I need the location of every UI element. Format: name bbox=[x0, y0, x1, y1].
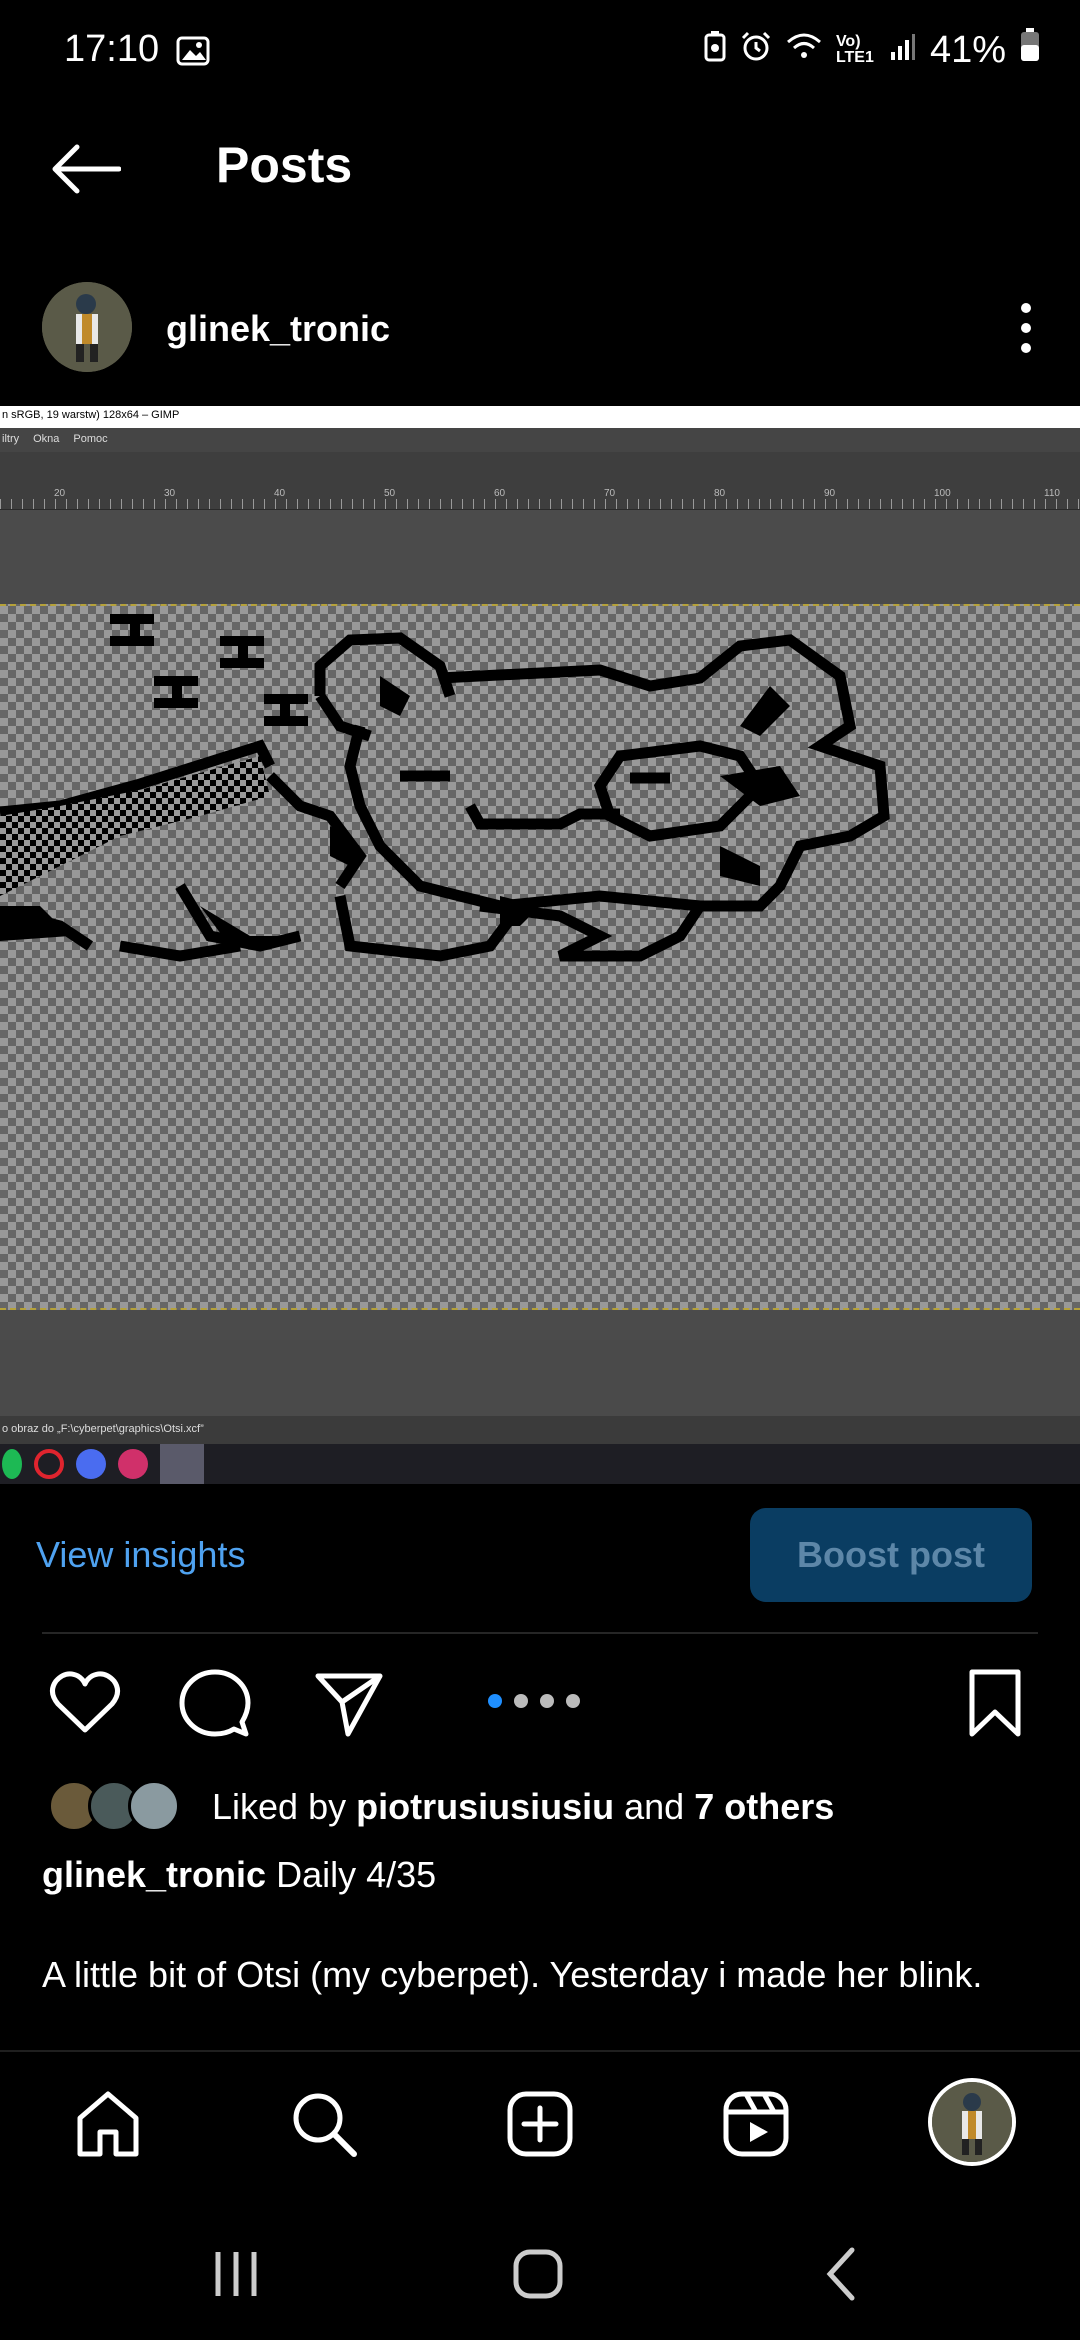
battery-percent: 41% bbox=[929, 28, 1006, 71]
liker-avatars bbox=[48, 1780, 188, 1832]
post-description: A little bit of Otsi (my cyberpet). Yest… bbox=[42, 1954, 983, 1995]
ruler-tick: 30 bbox=[164, 488, 176, 499]
gimp-title-bar: n sRGB, 19 warstw) 128x64 – GIMP bbox=[0, 406, 1080, 428]
gimp-status-bar: o obraz do „F:\cyberpet\graphics\Otsi.xc… bbox=[0, 1416, 1080, 1444]
carousel-dot bbox=[540, 1694, 554, 1708]
caption-line: glinek_tronic Daily 4/35 bbox=[42, 1854, 436, 1896]
status-bar: 17:10 Vo) LTE1 41% bbox=[0, 0, 1080, 104]
dithered-arm bbox=[0, 756, 270, 896]
ruler-ticks-line bbox=[0, 499, 1080, 509]
signal-icon bbox=[890, 29, 916, 72]
liker-avatar bbox=[128, 1780, 180, 1832]
likes-row[interactable]: Liked by piotrusiusiusiu and 7 others bbox=[0, 1778, 1080, 1834]
author-avatar[interactable] bbox=[42, 282, 132, 372]
battery-icon bbox=[1020, 28, 1040, 72]
ruler-tick: 40 bbox=[274, 488, 286, 499]
ruler-tick: 50 bbox=[384, 488, 396, 499]
ruler-tick: 70 bbox=[604, 488, 616, 499]
send-icon bbox=[315, 1673, 383, 1737]
system-nav-bar bbox=[0, 2210, 1080, 2320]
more-vertical-icon bbox=[1021, 303, 1031, 353]
gimp-menu-item: Okna bbox=[33, 433, 60, 445]
heart-icon bbox=[50, 1671, 120, 1733]
bookmark-icon bbox=[969, 1669, 1021, 1737]
carousel-dot bbox=[514, 1694, 528, 1708]
recents-button[interactable] bbox=[206, 2244, 266, 2304]
network-label: Vo) LTE1 bbox=[835, 33, 874, 66]
ruler-tick: 100 bbox=[934, 488, 951, 499]
ruler-tick: 60 bbox=[494, 488, 506, 499]
gimp-menu-item: iltry bbox=[2, 433, 20, 445]
carousel-dot-active bbox=[488, 1694, 502, 1708]
alarm-icon bbox=[740, 29, 772, 72]
home-circle-icon bbox=[513, 2249, 563, 2299]
carousel-indicator bbox=[488, 1694, 580, 1708]
top-app-bar: Posts bbox=[0, 104, 1080, 224]
liked-by-prefix: Liked by bbox=[212, 1786, 347, 1827]
page-title: Posts bbox=[216, 137, 353, 193]
likes-text: Liked by piotrusiusiusiu and 7 others bbox=[212, 1786, 834, 1828]
liked-by-others[interactable]: 7 others bbox=[694, 1786, 834, 1827]
image-icon bbox=[176, 36, 210, 71]
ruler-tick: 90 bbox=[824, 488, 836, 499]
liked-by-and: and bbox=[624, 1786, 685, 1827]
recents-icon bbox=[215, 2252, 257, 2296]
gimp-menu-item: Pomoc bbox=[73, 433, 108, 445]
post-header: glinek_tronic bbox=[0, 268, 1080, 388]
post-actions bbox=[0, 1660, 1080, 1740]
ruler-tick: 110 bbox=[1044, 488, 1060, 499]
nav-home[interactable] bbox=[68, 2084, 148, 2164]
nav-create[interactable] bbox=[500, 2084, 580, 2164]
spotify-icon bbox=[2, 1449, 22, 1479]
gimp-icon bbox=[160, 1444, 204, 1484]
like-button[interactable] bbox=[48, 1666, 122, 1740]
chevron-left-icon bbox=[826, 2247, 855, 2301]
nav-profile-avatar[interactable] bbox=[928, 2078, 1016, 2166]
arrow-left-icon bbox=[52, 144, 121, 194]
caption-username[interactable]: glinek_tronic bbox=[42, 1854, 266, 1895]
caption-text: Daily 4/35 bbox=[276, 1854, 437, 1895]
save-button[interactable] bbox=[958, 1666, 1032, 1740]
home-button[interactable] bbox=[508, 2244, 568, 2304]
bottom-nav bbox=[0, 2064, 1080, 2182]
app-icon bbox=[118, 1449, 148, 1479]
divider bbox=[42, 1632, 1038, 1634]
windows-taskbar bbox=[0, 1444, 1080, 1484]
gimp-canvas-area bbox=[0, 510, 1080, 1340]
share-button[interactable] bbox=[312, 1666, 386, 1740]
battery-saver-icon bbox=[704, 29, 726, 72]
back-button[interactable] bbox=[40, 134, 130, 204]
status-time: 17:10 bbox=[64, 28, 160, 70]
home-icon bbox=[77, 2091, 139, 2157]
liked-by-user[interactable]: piotrusiusiusiu bbox=[356, 1786, 614, 1827]
transparent-canvas bbox=[0, 604, 1080, 1310]
gimp-ruler: 20 30 40 50 60 70 80 90 100 110 bbox=[0, 452, 1080, 510]
carousel-dot bbox=[566, 1694, 580, 1708]
wifi-icon bbox=[786, 29, 822, 72]
add-post-icon bbox=[507, 2091, 573, 2157]
otsi-pixel-art bbox=[0, 614, 890, 962]
comment-icon bbox=[179, 1669, 251, 1737]
author-username[interactable]: glinek_tronic bbox=[166, 308, 390, 350]
app-icon bbox=[76, 1449, 106, 1479]
opera-icon bbox=[34, 1449, 64, 1479]
ruler-tick: 20 bbox=[54, 488, 66, 499]
more-options-button[interactable] bbox=[1006, 298, 1046, 358]
view-insights-link[interactable]: View insights bbox=[36, 1534, 245, 1576]
post-image[interactable]: n sRGB, 19 warstw) 128x64 – GIMP iltry O… bbox=[0, 406, 1080, 1484]
search-icon bbox=[293, 2093, 357, 2157]
boost-post-button[interactable]: Boost post bbox=[750, 1508, 1032, 1602]
reels-icon bbox=[723, 2091, 789, 2157]
nav-search[interactable] bbox=[284, 2084, 364, 2164]
nav-reels[interactable] bbox=[716, 2084, 796, 2164]
comment-button[interactable] bbox=[178, 1666, 252, 1740]
status-icons: Vo) LTE1 41% bbox=[704, 28, 1040, 72]
system-back-button[interactable] bbox=[812, 2244, 872, 2304]
gimp-menu-bar: iltry Okna Pomoc bbox=[0, 428, 1080, 452]
divider bbox=[0, 2050, 1080, 2052]
insights-row: View insights Boost post bbox=[0, 1506, 1080, 1606]
ruler-tick: 80 bbox=[714, 488, 726, 499]
